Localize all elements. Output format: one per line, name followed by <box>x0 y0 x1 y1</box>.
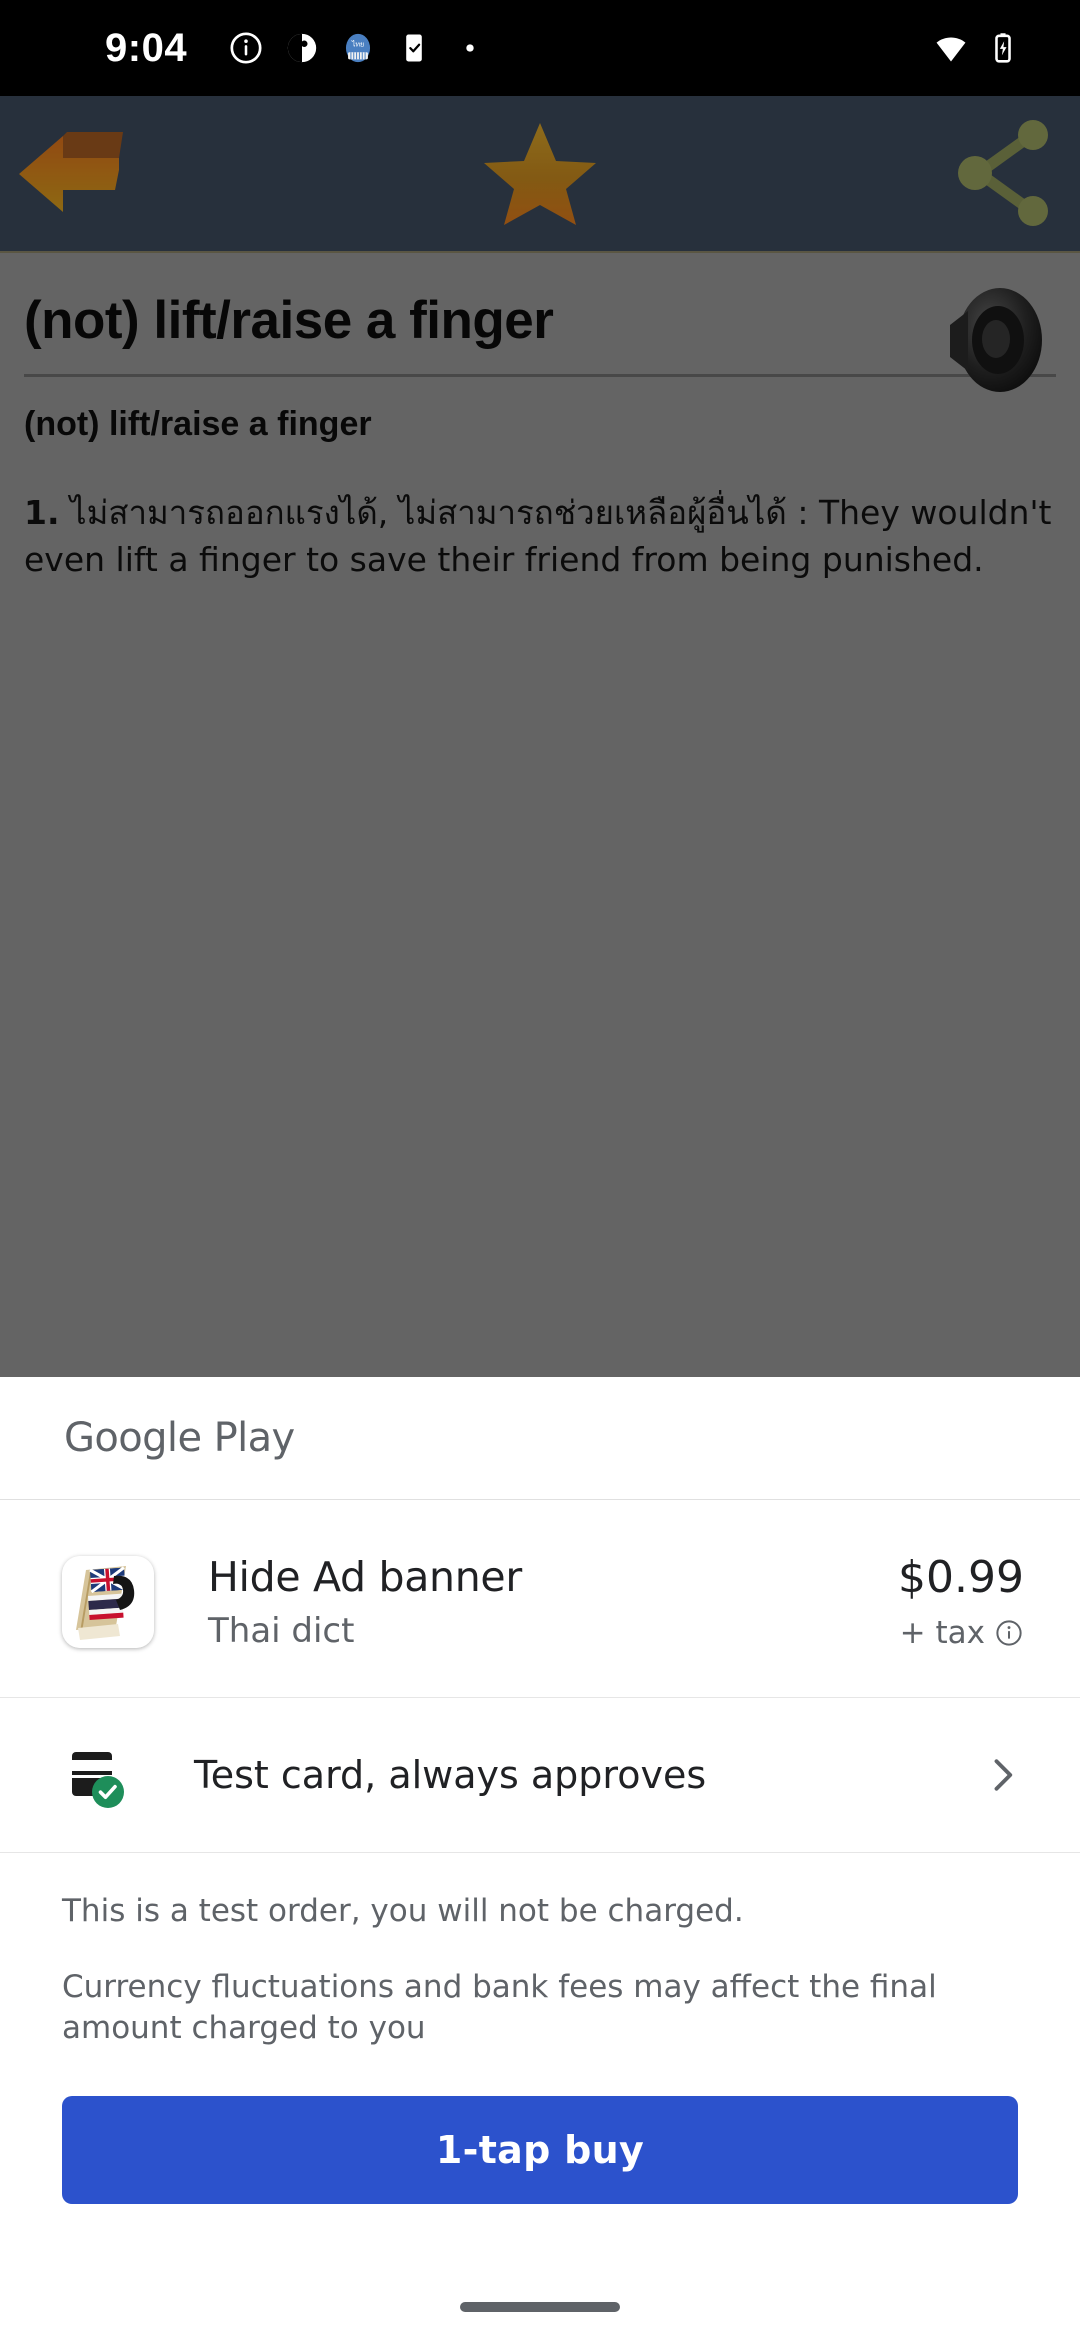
favorite-button[interactable] <box>150 95 930 252</box>
entry-title: (not) lift/raise a finger <box>24 291 554 350</box>
one-tap-buy-button[interactable]: 1-tap buy <box>62 2095 1018 2204</box>
entry-content: (not) lift/raise a finger (not) lift/rai… <box>0 253 1080 1353</box>
credit-card-icon <box>62 1738 136 1812</box>
definition-number: 1. <box>24 493 60 533</box>
task-checklist-icon <box>406 34 422 62</box>
info-icon <box>230 32 262 64</box>
entry-divider <box>24 374 1056 378</box>
status-bar-system-icons <box>934 31 1020 65</box>
entry-definition: 1. ไม่สามารถออกแรงได้, ไม่สามารถช่วยเหลื… <box>24 490 1056 584</box>
product-price: $0.99 <box>898 1552 1024 1603</box>
entry-headword: (not) lift/raise a finger <box>24 405 372 444</box>
google-play-purchase-sheet: Google Play Hide Ad banner Thai dict $0.… <box>0 1377 1080 2340</box>
purchase-notes: This is a test order, you will not be ch… <box>0 1853 1080 2084</box>
home-indicator[interactable] <box>460 2302 620 2312</box>
sheet-header: Google Play <box>0 1377 1080 1500</box>
phone-screen: 9:04 ไทย (not) lift/raise a finger (not)… <box>0 0 1080 2340</box>
product-name: Hide Ad banner <box>208 1552 522 1601</box>
status-bar-clock: 9:04 <box>105 25 188 70</box>
status-bar-notification-icons: ไทย <box>229 31 487 65</box>
wifi-icon <box>936 37 966 62</box>
currency-note: Currency fluctuations and bank fees may … <box>62 1968 937 2047</box>
tax-label: + tax <box>899 1615 985 1651</box>
google-play-brand: Google Play <box>64 1415 295 1461</box>
chevron-right-icon[interactable] <box>980 1753 1024 1797</box>
tax-note: + tax <box>898 1615 1024 1651</box>
payment-method-label: Test card, always approves <box>194 1753 707 1797</box>
share-button[interactable] <box>930 95 1080 252</box>
app-toolbar <box>0 96 1080 253</box>
product-text: Hide Ad banner Thai dict <box>208 1553 898 1651</box>
thai-dict-app-icon: ไทย <box>346 33 371 63</box>
speaker-icon[interactable] <box>932 275 1062 405</box>
back-button[interactable] <box>0 95 150 252</box>
product-developer: Thai dict <box>208 1610 355 1651</box>
do-not-disturb-icon <box>287 33 317 63</box>
product-row: Hide Ad banner Thai dict $0.99 + tax <box>0 1500 1080 1698</box>
back-arrow-icon <box>19 131 123 212</box>
info-icon[interactable] <box>994 1618 1024 1648</box>
app-icon <box>62 1555 154 1648</box>
test-order-note: This is a test order, you will not be ch… <box>62 1893 744 1929</box>
star-icon <box>484 122 596 225</box>
buy-button-wrap: 1-tap buy <box>0 2084 1080 2204</box>
product-price-block: $0.99 + tax <box>898 1552 1024 1651</box>
thai-dict-book-icon <box>62 1555 154 1648</box>
battery-charging-icon <box>995 33 1011 63</box>
status-bar: 9:04 ไทย <box>0 0 1080 96</box>
dot-icon <box>466 44 474 52</box>
svg-text:ไทย: ไทย <box>351 40 364 49</box>
definition-thai: ไม่สามารถออกแรงได้, ไม่สามารถช่วยเหลือผู… <box>70 493 809 533</box>
payment-method-row[interactable]: Test card, always approves <box>0 1698 1080 1853</box>
share-icon <box>958 119 1048 226</box>
